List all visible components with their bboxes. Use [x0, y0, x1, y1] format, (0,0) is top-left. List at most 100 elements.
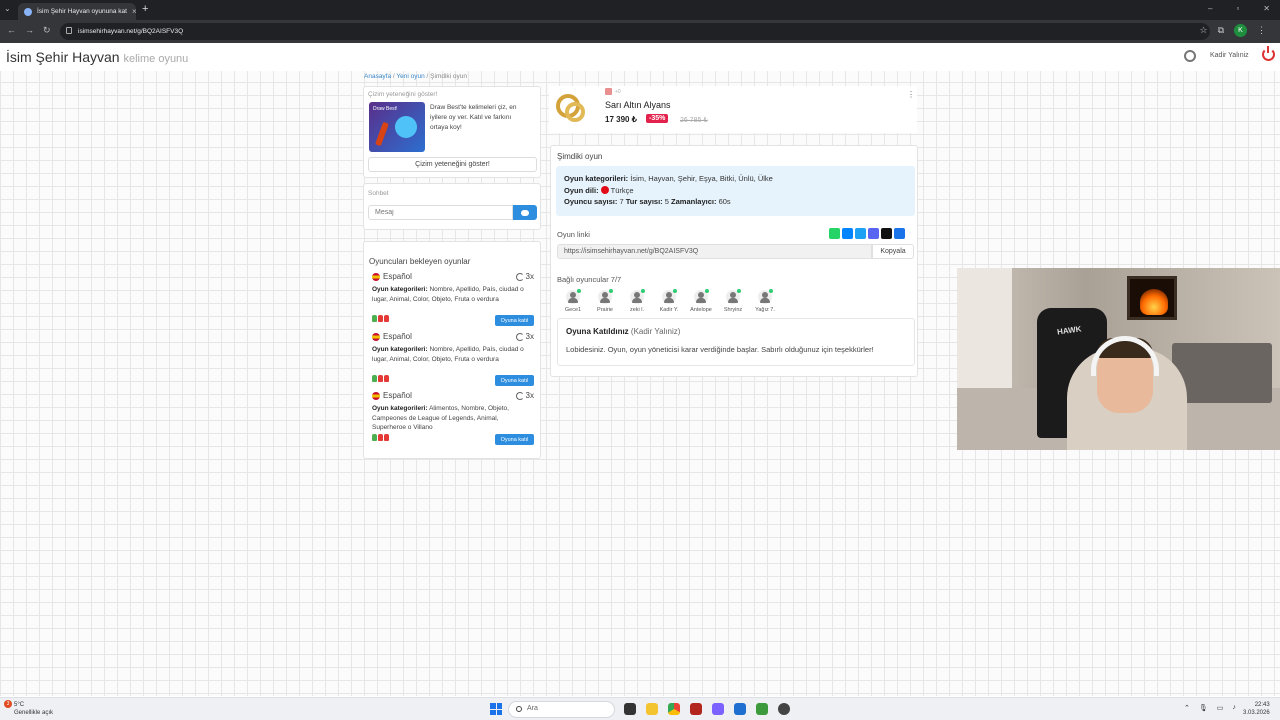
breadcrumb-new-game[interactable]: Yeni oyun	[396, 73, 424, 80]
player-avatar-icon	[662, 289, 677, 304]
settings-gear-icon[interactable]	[1184, 50, 1196, 62]
microphone-icon[interactable]: 🎙	[1199, 704, 1208, 712]
acrobat-icon[interactable]	[690, 703, 702, 715]
site-navbar: İsim Şehir Hayvan kelime oyunu Kadir Yal…	[0, 43, 1280, 71]
bookmark-star-icon[interactable]: ☆	[1199, 25, 1207, 36]
share-more-icon[interactable]	[894, 228, 905, 239]
player-slot: Yağız 7.	[750, 289, 780, 313]
site-brand[interactable]: İsim Şehir Hayvan kelime oyunu	[6, 49, 188, 65]
clock-date: 3.03.2026	[1243, 710, 1270, 716]
player-icons	[372, 434, 389, 441]
chat-message-input[interactable]	[368, 205, 513, 220]
network-icon[interactable]: ▭	[1217, 704, 1224, 712]
site-info-icon[interactable]	[66, 27, 72, 34]
ad-menu-kebab-icon[interactable]: ⋮	[907, 90, 915, 99]
file-explorer-icon[interactable]	[646, 703, 658, 715]
ad-banner[interactable]: +0 Sarı Altın Alyans 17 390 ₺ -35% 26 78…	[549, 86, 917, 133]
player-avatar-icon	[694, 289, 709, 304]
username[interactable]: Kadir Yalıniz	[1210, 52, 1249, 59]
game-rounds-text: 3x	[525, 332, 534, 341]
system-tray: ⌃ 🎙 ▭ ♪	[1184, 704, 1236, 712]
volume-icon[interactable]: ♪	[1232, 704, 1236, 712]
snapchat-icon[interactable]	[881, 228, 892, 239]
player-avatar-icon	[630, 289, 645, 304]
chat-card: Sohbet	[363, 183, 541, 230]
browser-tab[interactable]: İsim Şehir Hayvan oyununa kat ×	[18, 3, 136, 20]
join-game-button[interactable]: Oyuna katıl	[495, 315, 534, 326]
info-categories-label: Oyun kategorileri:	[564, 174, 629, 183]
player-icon	[378, 434, 383, 441]
player-slot: Prairie	[590, 289, 620, 313]
join-game-button[interactable]: Oyuna katıl	[495, 434, 534, 445]
browser-actions: ☆ ⧉ K ⋮	[1199, 24, 1266, 37]
info-timer-label: Zamanlayıcı:	[671, 197, 717, 206]
player-slot: Shryinz	[718, 289, 748, 313]
windows-start-icon[interactable]	[490, 703, 502, 715]
ring-icon	[565, 102, 585, 122]
waiting-games-title: Oyuncuları bekleyen oyunlar	[369, 257, 471, 266]
waiting-games-card: Oyuncuları bekleyen oyunlar Español 3x O…	[363, 241, 541, 459]
game-link-field[interactable]: https://isimsehirhayvan.net/g/BQ2AISFV3Q	[557, 244, 872, 259]
taskbar-search[interactable]: Ara	[508, 701, 615, 718]
messenger-icon[interactable]	[842, 228, 853, 239]
player-name: Gece1	[564, 307, 582, 313]
address-bar[interactable]: isimsehirhayvan.net/g/BQ2AISFV3Q	[60, 23, 1210, 40]
draw-best-thumbnail[interactable]: Draw Best!	[369, 102, 425, 152]
lobby-game-item: Español 3x Oyun kategorileri: Alimentos,…	[372, 391, 534, 451]
player-avatar-icon	[758, 289, 773, 304]
tab-title: İsim Şehir Hayvan oyununa kat	[37, 8, 127, 15]
new-tab-icon[interactable]: +	[142, 3, 148, 15]
site-subtitle: kelime oyunu	[123, 53, 189, 65]
task-view-icon[interactable]	[624, 703, 636, 715]
minimize-icon[interactable]: –	[1208, 4, 1212, 13]
player-name: Shryinz	[723, 307, 743, 313]
extensions-icon[interactable]: ⧉	[1218, 25, 1224, 36]
game-language: Español	[372, 391, 412, 400]
rounds-icon	[515, 272, 524, 281]
player-icon	[378, 375, 383, 382]
spain-flag-icon	[372, 332, 380, 341]
weather-widget[interactable]: 5°C Genellikle açık	[14, 701, 53, 717]
chrome-icon[interactable]	[668, 703, 680, 715]
send-message-button[interactable]	[513, 205, 537, 220]
categories-label: Oyun kategorileri:	[372, 405, 428, 412]
discord-icon[interactable]	[868, 228, 879, 239]
join-game-button[interactable]: Oyuna katıl	[495, 375, 534, 386]
current-game-title: Şimdiki oyun	[557, 152, 603, 161]
fireplace	[1127, 276, 1177, 320]
game-rounds: 3x	[515, 391, 534, 400]
player-name: Kadir Y.	[659, 307, 679, 313]
tab-search-icon[interactable]: ⌄	[4, 4, 11, 13]
copy-link-button[interactable]: Kopyala	[872, 244, 914, 259]
forward-icon[interactable]: →	[25, 25, 34, 35]
player-name: zeki l.	[629, 307, 645, 313]
profile-avatar[interactable]: K	[1234, 24, 1247, 37]
player-avatar-icon	[566, 289, 581, 304]
twitter-icon[interactable]	[855, 228, 866, 239]
app-icon[interactable]	[734, 703, 746, 715]
taskbar-clock[interactable]: 22:43 3.03.2026	[1243, 701, 1270, 717]
maximize-icon[interactable]: ▫	[1236, 4, 1239, 13]
close-window-icon[interactable]: ✕	[1263, 4, 1270, 13]
ad-title: Sarı Altın Alyans	[605, 100, 671, 110]
player-icon	[372, 375, 377, 382]
app-icon[interactable]	[778, 703, 790, 715]
close-tab-icon[interactable]: ×	[132, 7, 136, 16]
logout-power-icon[interactable]	[1262, 46, 1275, 61]
app-icon[interactable]	[756, 703, 768, 715]
rounds-icon	[515, 391, 524, 400]
back-icon[interactable]: ←	[7, 25, 16, 35]
share-buttons	[829, 228, 905, 239]
tray-chevron-icon[interactable]: ⌃	[1184, 704, 1190, 712]
player-icon	[372, 434, 377, 441]
breadcrumb-home[interactable]: Anasayfa	[364, 73, 391, 80]
ad-old-price: 26 785 ₺	[680, 117, 708, 124]
show-drawing-skill-button[interactable]: Çizim yeteneğini göster!	[368, 157, 537, 172]
app-icon[interactable]	[712, 703, 724, 715]
menu-kebab-icon[interactable]: ⋮	[1257, 25, 1266, 36]
reload-icon[interactable]: ↻	[43, 25, 51, 36]
game-language: Español	[372, 272, 412, 281]
chat-title: Sohbet	[368, 190, 389, 197]
joined-title: Oyuna Katıldınız (Kadir Yalıniz)	[566, 327, 906, 336]
whatsapp-icon[interactable]	[829, 228, 840, 239]
